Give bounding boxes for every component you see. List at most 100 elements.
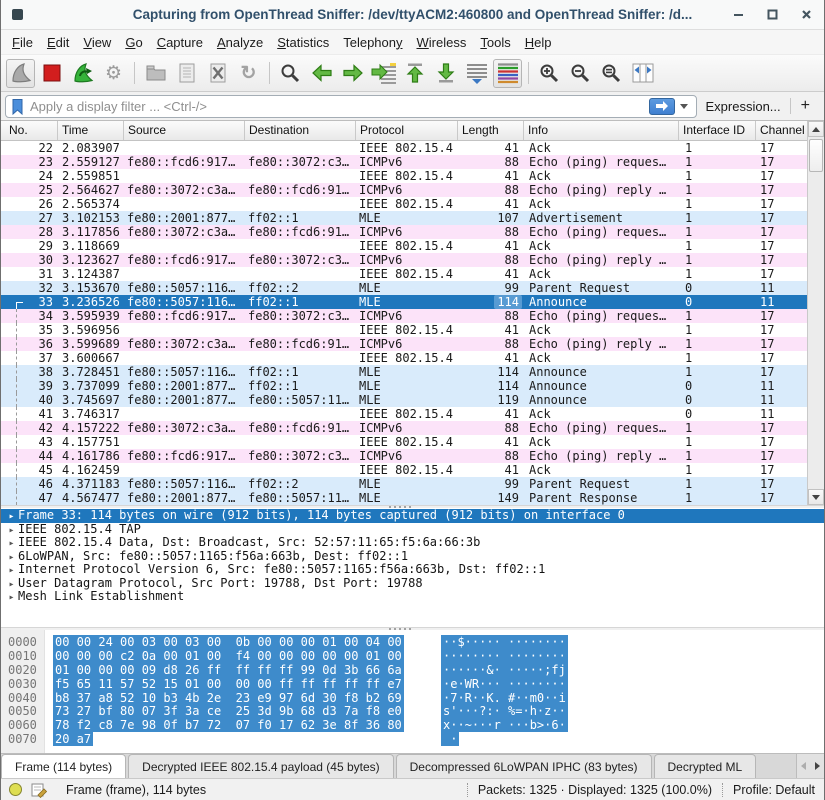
column-header-time[interactable]: Time bbox=[58, 121, 124, 140]
packet-row-33[interactable]: 333.236526fe80::5057:116…ff02::1MLE114An… bbox=[1, 295, 809, 309]
tab-scroll-left-icon[interactable] bbox=[801, 762, 806, 770]
packet-row-47[interactable]: 474.567477fe80::2001:877…fe80::5057:11…M… bbox=[1, 491, 809, 505]
hex-line[interactable]: 001000 00 00 c2 0a 00 01 00 f4 00 00 00 … bbox=[1, 650, 824, 664]
column-header-source[interactable]: Source bbox=[124, 121, 245, 140]
go-top-icon[interactable] bbox=[400, 59, 429, 88]
add-filter-button-button[interactable]: + bbox=[801, 97, 810, 115]
packet-row-25[interactable]: 252.564627fe80::3072:c3a…fe80::fcd6:91…I… bbox=[1, 183, 809, 197]
expand-arrow-icon[interactable]: ▸ bbox=[5, 524, 18, 538]
hex-ascii-selected[interactable]: · bbox=[441, 732, 459, 746]
scroll-up-icon[interactable] bbox=[808, 121, 824, 137]
menu-item-edit[interactable]: Edit bbox=[40, 32, 76, 53]
menu-item-file[interactable]: File bbox=[5, 32, 40, 53]
column-header-destination[interactable]: Destination bbox=[245, 121, 356, 140]
hex-line[interactable]: 002001 00 00 00 09 d8 26 ff ff ff ff 99 … bbox=[1, 664, 824, 678]
colorize-icon[interactable] bbox=[493, 59, 522, 88]
hex-ascii-selected[interactable]: ········ ········ bbox=[441, 649, 568, 663]
menu-item-help[interactable]: Help bbox=[518, 32, 559, 53]
display-filter-input[interactable]: Apply a display filter ... <Ctrl-/> bbox=[5, 95, 697, 118]
hex-line[interactable]: 005073 27 bf 80 07 3f 3a ce 25 3d 9b 68 … bbox=[1, 705, 824, 719]
hex-ascii-selected[interactable]: s'···?:· %=·h·z·· bbox=[441, 704, 568, 718]
maximize-button[interactable] bbox=[766, 9, 778, 21]
go-to-packet-icon[interactable] bbox=[369, 59, 398, 88]
hex-ascii[interactable]: · bbox=[441, 733, 459, 747]
packet-row-42[interactable]: 424.157222fe80::3072:c3a…fe80::fcd6:91…I… bbox=[1, 421, 809, 435]
column-header-info[interactable]: Info bbox=[524, 121, 679, 140]
hex-line[interactable]: 007020 a7 · bbox=[1, 733, 824, 747]
packet-row-37[interactable]: 373.600667IEEE 802.15.441Ack117 bbox=[1, 351, 809, 365]
packet-row-46[interactable]: 464.371183fe80::5057:116…ff02::2MLE99Par… bbox=[1, 477, 809, 491]
menu-item-view[interactable]: View bbox=[76, 32, 118, 53]
scroll-down-icon[interactable] bbox=[808, 489, 824, 505]
hex-bytes-selected[interactable]: 00 00 00 c2 0a 00 01 00 f4 00 00 00 00 0… bbox=[53, 649, 404, 663]
packet-row-22[interactable]: 222.083907IEEE 802.15.441Ack117 bbox=[1, 141, 809, 155]
hex-bytes[interactable]: 01 00 00 00 09 d8 26 ff ff ff ff 99 0d 3… bbox=[53, 664, 404, 678]
hex-ascii-selected[interactable]: x··~···r ···b>·6· bbox=[441, 718, 568, 732]
menu-item-tools[interactable]: Tools bbox=[473, 32, 517, 53]
scrollbar-thumb[interactable] bbox=[809, 139, 823, 172]
hex-ascii[interactable]: ······&· ·····;fj bbox=[441, 664, 568, 678]
packet-row-23[interactable]: 232.559127fe80::fcd6:917…fe80::3072:c3…I… bbox=[1, 155, 809, 169]
expand-arrow-icon[interactable]: ▸ bbox=[5, 564, 18, 578]
start-capture-icon[interactable] bbox=[6, 59, 35, 88]
expression-button[interactable]: Expression... bbox=[706, 99, 781, 114]
hex-ascii-selected[interactable]: ·e·WR··· ········ bbox=[441, 677, 568, 691]
column-header-channel[interactable]: Channel bbox=[756, 121, 809, 140]
hex-line[interactable]: 006078 f2 c8 7e 98 0f b7 72 07 f0 17 62 … bbox=[1, 719, 824, 733]
hex-bytes-selected[interactable]: f5 65 11 57 52 15 01 00 00 00 ff ff ff f… bbox=[53, 677, 404, 691]
hex-bytes[interactable]: 00 00 24 00 03 00 03 00 0b 00 00 00 01 0… bbox=[53, 636, 404, 650]
menu-item-go[interactable]: Go bbox=[118, 32, 149, 53]
packet-row-34[interactable]: 343.595939fe80::fcd6:917…fe80::3072:c3…I… bbox=[1, 309, 809, 323]
byte-tab[interactable]: Frame (114 bytes) bbox=[1, 754, 126, 778]
menu-item-wireless[interactable]: Wireless bbox=[410, 32, 474, 53]
byte-tab[interactable]: Decrypted ML bbox=[654, 754, 757, 778]
packet-row-31[interactable]: 313.124387IEEE 802.15.441Ack117 bbox=[1, 267, 809, 281]
hex-bytes-selected[interactable]: 73 27 bf 80 07 3f 3a ce 25 3d 9b 68 d3 7… bbox=[53, 704, 404, 718]
stop-capture-icon[interactable] bbox=[37, 59, 66, 88]
packet-row-43[interactable]: 434.157751IEEE 802.15.441Ack117 bbox=[1, 435, 809, 449]
hex-bytes[interactable]: 78 f2 c8 7e 98 0f b7 72 07 f0 17 62 3e 8… bbox=[53, 719, 404, 733]
go-back-icon[interactable] bbox=[307, 59, 336, 88]
go-forward-icon[interactable] bbox=[338, 59, 367, 88]
tab-scroll-right-icon[interactable] bbox=[815, 762, 820, 770]
packet-row-26[interactable]: 262.565374IEEE 802.15.441Ack117 bbox=[1, 197, 809, 211]
hex-ascii[interactable]: ··$····· ········ bbox=[441, 636, 568, 650]
packet-row-29[interactable]: 293.118669IEEE 802.15.441Ack117 bbox=[1, 239, 809, 253]
byte-tab[interactable]: Decompressed 6LoWPAN IPHC (83 bytes) bbox=[396, 754, 652, 778]
packet-row-44[interactable]: 444.161786fe80::fcd6:917…fe80::3072:c3…I… bbox=[1, 449, 809, 463]
packet-row-45[interactable]: 454.162459IEEE 802.15.441Ack117 bbox=[1, 463, 809, 477]
hex-bytes[interactable]: b8 37 a8 52 10 b3 4b 2e 23 e9 97 6d 30 f… bbox=[53, 692, 404, 706]
go-bottom-icon[interactable] bbox=[431, 59, 460, 88]
hex-bytes-selected[interactable]: 00 00 24 00 03 00 03 00 0b 00 00 00 01 0… bbox=[53, 635, 404, 649]
close-button[interactable] bbox=[800, 9, 812, 21]
expand-arrow-icon[interactable]: ▸ bbox=[5, 591, 18, 605]
detail-line[interactable]: ▸Frame 33: 114 bytes on wire (912 bits),… bbox=[1, 509, 824, 523]
packet-row-35[interactable]: 353.596956IEEE 802.15.441Ack117 bbox=[1, 323, 809, 337]
hex-ascii-selected[interactable]: ·7·R··K. #··m0··i bbox=[441, 691, 568, 705]
packet-row-36[interactable]: 363.599689fe80::3072:c3a…fe80::fcd6:91…I… bbox=[1, 337, 809, 351]
expand-arrow-icon[interactable]: ▸ bbox=[5, 510, 18, 524]
capture-options-icon[interactable]: ⚙ bbox=[99, 59, 128, 88]
packet-row-24[interactable]: 242.559851IEEE 802.15.441Ack117 bbox=[1, 169, 809, 183]
zoom-in-icon[interactable] bbox=[535, 59, 564, 88]
menu-item-analyze[interactable]: Analyze bbox=[210, 32, 270, 53]
expert-info-icon[interactable] bbox=[9, 783, 22, 796]
column-header-protocol[interactable]: Protocol bbox=[356, 121, 458, 140]
expand-arrow-icon[interactable]: ▸ bbox=[5, 551, 18, 565]
hex-line[interactable]: 0040b8 37 a8 52 10 b3 4b 2e 23 e9 97 6d … bbox=[1, 692, 824, 706]
filter-history-caret-icon[interactable] bbox=[680, 104, 688, 109]
apply-filter-button[interactable] bbox=[649, 98, 675, 115]
detail-line[interactable]: ▸User Datagram Protocol, Src Port: 19788… bbox=[1, 577, 824, 591]
hex-ascii-selected[interactable]: ······&· ·····;fj bbox=[441, 663, 568, 677]
packet-row-40[interactable]: 403.745697fe80::2001:877…fe80::5057:11…M… bbox=[1, 393, 809, 407]
hex-bytes[interactable]: 20 a7 bbox=[53, 733, 93, 747]
resize-columns-icon[interactable] bbox=[628, 59, 657, 88]
hex-ascii[interactable]: s'···?:· %=·h·z·· bbox=[441, 705, 568, 719]
hex-bytes-selected[interactable]: 01 00 00 00 09 d8 26 ff ff ff ff 99 0d 3… bbox=[53, 663, 404, 677]
packet-row-28[interactable]: 283.117856fe80::3072:c3a…fe80::fcd6:91…I… bbox=[1, 225, 809, 239]
detail-line[interactable]: ▸Mesh Link Establishment bbox=[1, 590, 824, 604]
hex-line[interactable]: 000000 00 24 00 03 00 03 00 0b 00 00 00 … bbox=[1, 636, 824, 650]
hex-bytes-selected[interactable]: 20 a7 bbox=[53, 732, 93, 746]
restart-capture-icon[interactable] bbox=[68, 59, 97, 88]
minimize-button[interactable] bbox=[732, 9, 744, 21]
